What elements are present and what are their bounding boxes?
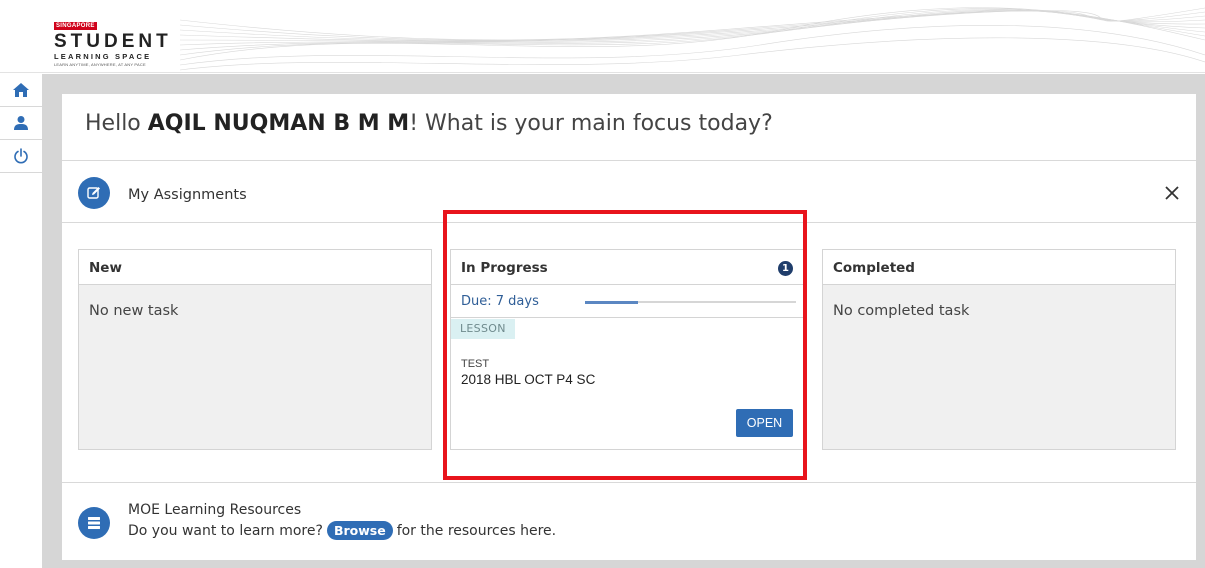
greeting-section: Hello AQIL NUQMAN B M M! What is your ma… [62, 94, 1196, 161]
nav-profile[interactable] [0, 107, 42, 140]
column-new-header: New [79, 250, 431, 285]
open-task-button[interactable]: OPEN [736, 409, 793, 437]
app-header: SINGAPORE STUDENT LEARNING SPACE LEARN A… [0, 0, 1205, 73]
column-completed-empty: No completed task [833, 303, 970, 319]
greeting-hello: Hello [85, 111, 141, 136]
column-in-progress: In Progress 1 Due: 7 days LESSON TEST 20… [450, 249, 804, 450]
my-assignments-title: My Assignments [128, 187, 247, 203]
due-row: Due: 7 days [451, 285, 803, 318]
dashboard-panel: Hello AQIL NUQMAN B M M! What is your ma… [62, 94, 1196, 560]
column-new-empty: No new task [89, 303, 179, 319]
in-progress-count-badge: 1 [778, 261, 793, 276]
due-progress-bar [585, 300, 796, 304]
column-completed-header: Completed [823, 250, 1175, 285]
column-new: New No new task [78, 249, 432, 450]
user-icon [14, 116, 28, 130]
logo-title: STUDENT [54, 31, 172, 52]
column-completed: Completed No completed task [822, 249, 1176, 450]
column-in-progress-header: In Progress 1 [451, 250, 803, 285]
slc-logo[interactable]: SINGAPORE STUDENT LEARNING SPACE LEARN A… [54, 12, 172, 67]
due-progress-fill [585, 300, 638, 304]
greeting-exclaim: ! [409, 111, 419, 136]
home-icon [13, 83, 29, 97]
browse-button[interactable]: Browse [326, 521, 393, 540]
close-assignments-button[interactable] [1164, 185, 1180, 201]
task-type: TEST [461, 358, 490, 370]
close-icon [1165, 186, 1179, 200]
moe-resources-section: MOE Learning Resources Do you want to le… [62, 482, 1196, 560]
resources-icon [78, 507, 110, 539]
greeting-text: Hello AQIL NUQMAN B M M! What is your ma… [85, 111, 773, 136]
side-nav [0, 74, 42, 568]
task-tag: LESSON [451, 319, 515, 339]
column-in-progress-title: In Progress [461, 260, 548, 276]
due-text: Due: 7 days [461, 294, 539, 309]
header-decoration [180, 7, 1205, 71]
power-icon [14, 148, 28, 164]
task-name: 2018 HBL OCT P4 SC [461, 372, 596, 387]
user-name: AQIL NUQMAN B M M [147, 111, 410, 136]
resources-text-after: for the resources here. [396, 522, 557, 539]
greeting-question: What is your main focus today? [425, 111, 773, 136]
logo-subtitle: LEARNING SPACE [54, 52, 152, 61]
resources-text: Do you want to learn more? Browse for th… [128, 521, 556, 540]
logo-tagline: LEARN ANYTIME, ANYWHERE, AT ANY PACE [54, 62, 146, 67]
edit-icon [78, 177, 110, 209]
resources-text-before: Do you want to learn more? [128, 522, 323, 539]
nav-logout[interactable] [0, 140, 42, 173]
logo-tag: SINGAPORE [54, 22, 97, 30]
resources-title: MOE Learning Resources [128, 502, 302, 518]
task-card[interactable]: Due: 7 days LESSON TEST 2018 HBL OCT P4 … [451, 285, 803, 450]
nav-home[interactable] [0, 74, 42, 107]
my-assignments-header: My Assignments [62, 161, 1196, 223]
